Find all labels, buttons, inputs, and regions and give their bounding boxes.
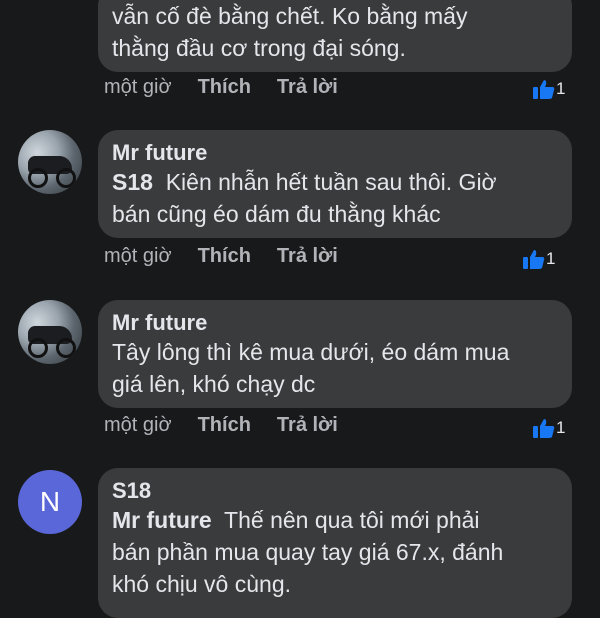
comment-bubble: S18 Mr future Thế nên qua tôi mới phải b… [98, 468, 572, 618]
comment-text: Tây lông thì kê mua dưới, éo dám mua giá… [112, 339, 510, 397]
reply-button[interactable]: Trả lời [277, 245, 338, 268]
thumbs-up-icon [533, 80, 555, 99]
like-button[interactable]: Thích [198, 245, 251, 268]
user-avatar[interactable] [18, 130, 82, 194]
reaction-count[interactable]: 1 [532, 417, 565, 439]
user-avatar[interactable] [18, 300, 82, 364]
comment-text: Mr future Thế nên qua tôi mới phải bán p… [112, 507, 504, 597]
comment-author[interactable]: Mr future [112, 140, 558, 166]
comment-text: S18 Kiên nhẫn hết tuần sau thôi. Giờ bán… [112, 169, 497, 227]
comment-bubble: Mr future Tây lông thì kê mua dưới, éo d… [98, 300, 572, 408]
comment-actions: một giờ Thích Trả lời [104, 76, 338, 99]
comment-bubble: Mr future S18 Kiên nhẫn hết tuần sau thô… [98, 130, 572, 238]
comment-actions: một giờ Thích Trả lời [104, 414, 338, 437]
mention-tag[interactable]: S18 [112, 169, 153, 195]
reply-button[interactable]: Trả lời [277, 76, 338, 99]
comment-timestamp: một giờ [104, 76, 172, 98]
comment-text: vẫn cố đè bằng chết. Ko bằng mấy thằng đ… [112, 3, 468, 61]
like-button[interactable]: Thích [198, 414, 251, 437]
comment-bubble: vẫn cố đè bằng chết. Ko bằng mấy thằng đ… [98, 0, 572, 72]
comment-timestamp: một giờ [104, 414, 172, 436]
comment-author[interactable]: S18 [112, 478, 558, 504]
reaction-count[interactable]: 1 [522, 248, 555, 270]
thumbs-up-icon [533, 419, 555, 438]
comment-author[interactable]: Mr future [112, 310, 558, 336]
comment-actions: một giờ Thích Trả lời [104, 245, 338, 268]
user-avatar[interactable]: N [18, 470, 82, 534]
avatar-initial: N [39, 486, 61, 517]
mention-tag[interactable]: Mr future [112, 507, 212, 533]
thumbs-up-icon [523, 250, 545, 269]
comment-timestamp: một giờ [104, 245, 172, 267]
like-button[interactable]: Thích [198, 76, 251, 99]
reaction-count[interactable]: 1 [532, 78, 565, 100]
reply-button[interactable]: Trả lời [277, 414, 338, 437]
